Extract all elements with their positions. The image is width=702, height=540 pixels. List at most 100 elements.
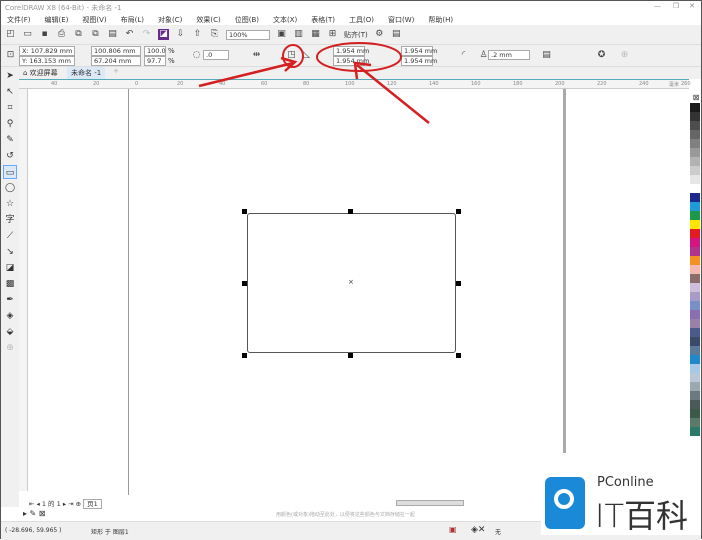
export-icon[interactable]: ⇧	[192, 29, 203, 40]
color-swatch[interactable]	[690, 148, 700, 157]
tab-welcome[interactable]: ⌂ 欢迎屏幕	[23, 68, 58, 78]
menu-item[interactable]: 布局(L)	[121, 16, 144, 24]
color-swatch[interactable]	[690, 238, 700, 247]
polygon-tool-icon[interactable]: ☆	[3, 197, 17, 211]
chamfer-corner-icon[interactable]: ◳	[286, 50, 297, 61]
eyedropper-icon[interactable]: ✒	[3, 293, 17, 307]
x-position-field[interactable]: X: 107.829 mm	[19, 46, 75, 56]
launch-icon[interactable]: ▤	[391, 29, 402, 40]
paste-icon[interactable]: ▤	[107, 29, 118, 40]
selection-handle[interactable]	[348, 209, 353, 214]
selection-handle[interactable]	[456, 353, 461, 358]
ellipse-tool-icon[interactable]: ◯	[3, 181, 17, 195]
document-palette-icons[interactable]: ▸ ✎ ⊠	[23, 509, 46, 518]
color-swatch[interactable]	[690, 283, 700, 292]
color-swatch[interactable]	[690, 310, 700, 319]
menu-item[interactable]: 表格(T)	[311, 16, 335, 24]
page-tab[interactable]: 页1	[83, 499, 102, 509]
connector-tool-icon[interactable]: ↘	[3, 245, 17, 259]
crop-tool-icon[interactable]: ⌗	[3, 101, 17, 115]
color-swatch[interactable]	[690, 166, 700, 175]
selection-handle[interactable]	[456, 209, 461, 214]
menu-item[interactable]: 位图(B)	[235, 16, 259, 24]
undo-icon[interactable]: ↶	[124, 29, 135, 40]
parallel-dimension-icon[interactable]: ⟋	[3, 229, 17, 243]
color-swatch[interactable]	[690, 319, 700, 328]
color-swatch[interactable]	[690, 256, 700, 265]
add-tool-icon[interactable]: ⊕	[3, 341, 17, 355]
zoom-select[interactable]: 100%	[226, 29, 270, 40]
rotation-field[interactable]: .0	[203, 50, 229, 60]
color-swatch[interactable]	[690, 220, 700, 229]
selection-handle[interactable]	[242, 281, 247, 286]
page-nav-buttons[interactable]: ⇤ ◂	[29, 500, 42, 508]
options-gear-icon[interactable]: ⚙	[374, 29, 385, 40]
color-swatch[interactable]	[690, 265, 700, 274]
scallop-corner-icon[interactable]: ◺	[301, 50, 312, 61]
selection-handle[interactable]	[456, 281, 461, 286]
color-swatch[interactable]	[690, 373, 700, 382]
text-tool-icon[interactable]: 字	[3, 213, 17, 227]
pick-tool-icon[interactable]: ➤	[3, 69, 17, 83]
color-swatch[interactable]	[690, 355, 700, 364]
color-palette[interactable]: ⊠	[690, 93, 702, 473]
relative-corner-icon[interactable]: ◜	[458, 50, 469, 61]
menu-item[interactable]: 视图(V)	[82, 16, 106, 24]
guides-icon[interactable]: ⊞	[327, 29, 338, 40]
print-icon[interactable]: ⎙	[56, 29, 67, 40]
import-icon[interactable]: ⇩	[175, 29, 186, 40]
scale-x-field[interactable]: 100.0	[144, 46, 166, 56]
menu-item[interactable]: 文件(F)	[7, 16, 31, 24]
color-swatch[interactable]	[690, 202, 700, 211]
scale-y-field[interactable]: 97.7	[144, 56, 166, 66]
color-swatch[interactable]	[690, 229, 700, 238]
width-field[interactable]: 100.806 mm	[91, 46, 141, 56]
tab-document[interactable]: 未命名 -1	[67, 67, 106, 79]
menu-item[interactable]: 帮助(H)	[428, 16, 453, 24]
color-swatch[interactable]	[690, 364, 700, 373]
minimize-button[interactable]: —	[654, 2, 661, 10]
restore-button[interactable]: ❐	[673, 2, 679, 10]
color-swatch[interactable]	[690, 337, 700, 346]
interactive-fill-icon[interactable]: ◈	[3, 309, 17, 323]
color-swatch[interactable]	[690, 391, 700, 400]
cut-icon[interactable]: ⧉	[73, 29, 84, 40]
menu-item[interactable]: 对象(C)	[158, 16, 182, 24]
drop-shadow-icon[interactable]: ◪	[3, 261, 17, 275]
color-swatch[interactable]	[690, 157, 700, 166]
color-swatch[interactable]	[690, 418, 700, 427]
menu-item[interactable]: 效果(C)	[196, 16, 220, 24]
color-swatch[interactable]	[690, 301, 700, 310]
freehand-tool-icon[interactable]: ✎	[3, 133, 17, 147]
color-swatch[interactable]	[690, 121, 700, 130]
snap-to-dropdown[interactable]: 贴齐(T)	[344, 30, 368, 40]
close-button[interactable]: ✕	[689, 2, 695, 10]
rectangle-tool-icon[interactable]: ▭	[3, 165, 17, 179]
y-position-field[interactable]: Y: 163.153 mm	[19, 56, 75, 66]
page-nav-next[interactable]: ▸ ⇥ ⊕	[61, 500, 83, 508]
color-swatch[interactable]	[690, 139, 700, 148]
drawing-canvas[interactable]: ×	[28, 89, 682, 495]
color-swatch[interactable]	[690, 400, 700, 409]
new-icon[interactable]: ◰	[5, 29, 16, 40]
corel-connect-icon[interactable]: ◪	[158, 29, 169, 40]
rulers-icon[interactable]: ▥	[293, 29, 304, 40]
color-swatch[interactable]	[690, 382, 700, 391]
menu-item[interactable]: 工具(O)	[349, 16, 374, 24]
outline-width-select[interactable]: .2 mm	[488, 50, 530, 60]
vertical-ruler[interactable]	[19, 89, 28, 491]
pdf-icon[interactable]: ⎘	[209, 29, 220, 40]
color-swatch[interactable]	[690, 193, 700, 202]
menu-item[interactable]: 窗口(W)	[388, 16, 414, 24]
smart-fill-icon[interactable]: ⬙	[3, 325, 17, 339]
full-screen-icon[interactable]: ▣	[276, 29, 287, 40]
corner-radius-top-right[interactable]: 1.954 mm	[401, 46, 437, 56]
corner-radius-bottom-right[interactable]: 1.954 mm	[401, 56, 437, 66]
shape-tool-icon[interactable]: ↖	[3, 85, 17, 99]
selection-handle[interactable]	[348, 353, 353, 358]
color-swatch[interactable]	[690, 274, 700, 283]
copy-icon[interactable]: ⧉	[90, 29, 101, 40]
artistic-media-icon[interactable]: ↺	[3, 149, 17, 163]
add-icon[interactable]: ⊕	[619, 50, 630, 61]
fill-none-icon[interactable]: ◈✕	[471, 525, 485, 535]
